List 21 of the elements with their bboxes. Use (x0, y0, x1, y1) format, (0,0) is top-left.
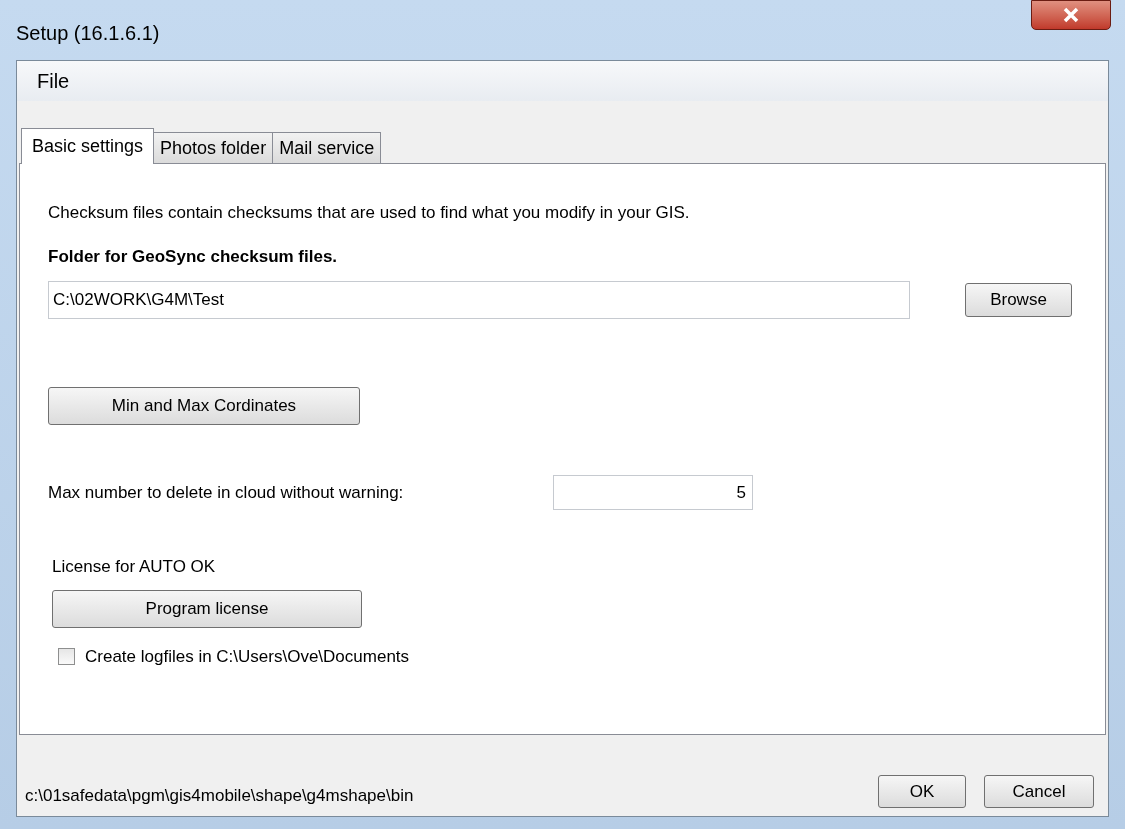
close-icon (1062, 7, 1080, 23)
folder-field[interactable]: C:\02WORK\G4M\Test (48, 281, 910, 319)
checkbox-label: Create logfiles in C:\Users\Ove\Documents (85, 645, 410, 668)
dialog-button[interactable]: Cancel (984, 775, 1094, 808)
license-label: License for AUTO OK (52, 556, 217, 578)
menu-item[interactable]: File (37, 66, 70, 96)
close-button[interactable] (1031, 0, 1111, 30)
dialog-button[interactable]: OK (878, 775, 966, 808)
window-title: Setup (16.1.6.1) (16, 21, 160, 46)
status-path: c:\01safedata\pgm\gis4mobile\shape\g4mshape\bin (25, 784, 414, 807)
tab[interactable]: Photos folder (153, 132, 274, 163)
program-license-button[interactable]: Program license (52, 589, 362, 628)
max-delete-field[interactable]: 5 (553, 475, 753, 510)
checkbox[interactable] (58, 647, 75, 665)
coordinates-button[interactable]: Min and Max Cordinates (48, 387, 360, 425)
browse-button[interactable]: Browse (965, 283, 1072, 317)
tab[interactable]: Mail service (272, 132, 382, 163)
folder-label: Folder for GeoSync checksum files. (48, 245, 339, 268)
tab[interactable]: Basic settings (21, 128, 155, 164)
max-delete-label: Max number to delete in cloud without warning: (48, 481, 405, 504)
description-text: Checksum files contain checksums that are used to find what you modify in your GIS. (48, 202, 691, 224)
